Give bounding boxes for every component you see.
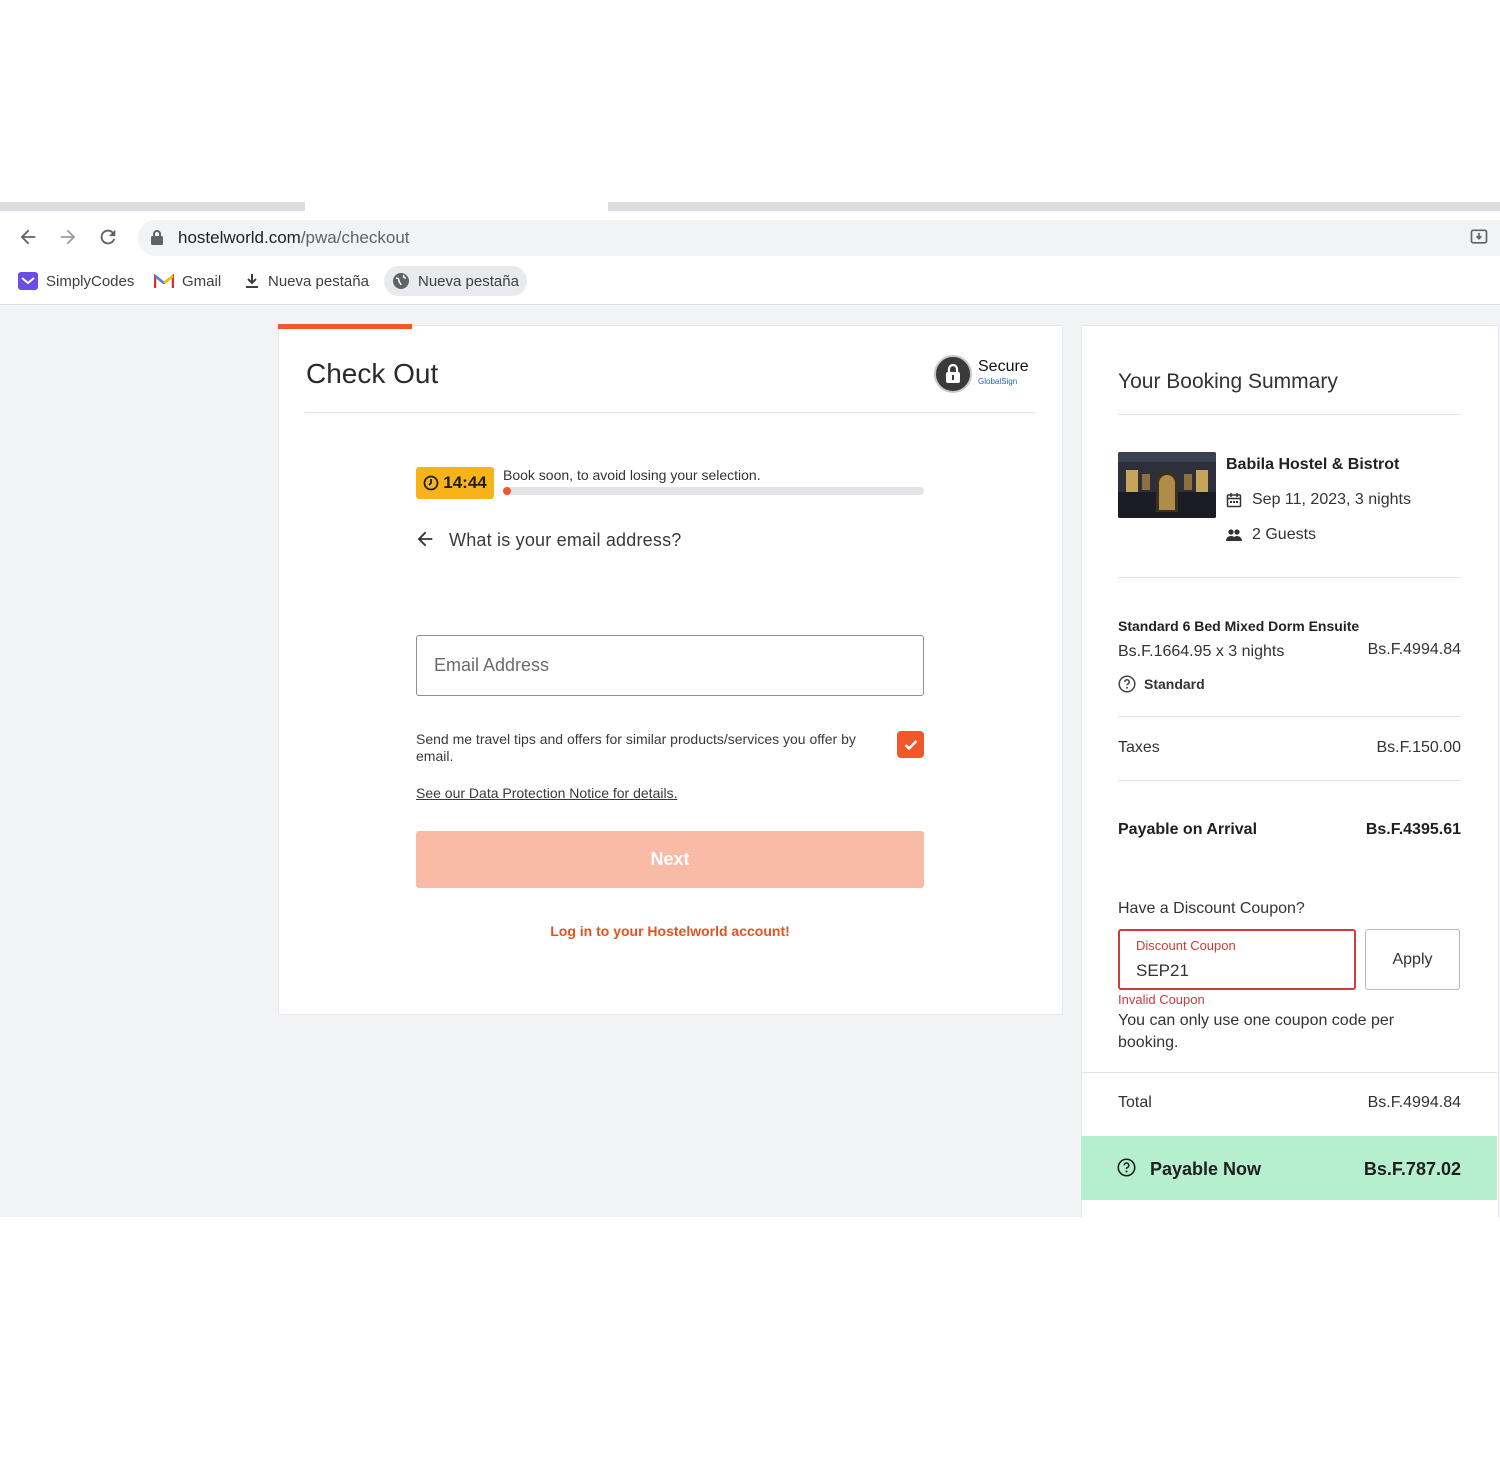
secure-label: Secure GlobalSign — [978, 359, 1029, 389]
room-price: Bs.F.4994.84 — [1367, 641, 1461, 658]
rate-type[interactable]: Standard — [1118, 675, 1205, 693]
url-path: /pwa/checkout — [300, 228, 410, 247]
email-question: What is your email address? — [449, 530, 682, 550]
room-name: Standard 6 Bed Mixed Dorm Ensuite — [1118, 618, 1360, 634]
payable-now-label: Payable Now — [1150, 1159, 1262, 1179]
apply-coupon-button[interactable]: Apply — [1365, 929, 1460, 990]
help-icon — [1118, 675, 1136, 693]
simplycodes-icon — [18, 272, 38, 290]
tab-strip-left — [0, 202, 305, 211]
total-value: Bs.F.4994.84 — [1367, 1094, 1461, 1111]
page-title: Check Out — [306, 358, 439, 389]
help-icon[interactable] — [1117, 1158, 1136, 1182]
arrow-left-icon — [417, 531, 433, 547]
back-step-button[interactable] — [414, 528, 436, 550]
download-icon — [246, 274, 258, 288]
divider — [1081, 1072, 1497, 1073]
arrow-right-icon — [60, 229, 76, 245]
arrow-left-icon — [20, 229, 36, 245]
payable-now-value: Bs.F.787.02 — [1363, 1159, 1461, 1179]
bookmark-simplycodes[interactable]: SimplyCodes — [10, 266, 142, 296]
bookmark-label: Gmail — [182, 272, 222, 290]
divider — [305, 412, 1035, 413]
total-label: Total — [1118, 1094, 1152, 1111]
bookmark-nueva-pestana-2[interactable]: Nueva pestaña — [384, 266, 527, 296]
timer-value: 14:44 — [443, 473, 487, 492]
secure-badge: Secure GlobalSign — [934, 355, 1029, 393]
booking-guests: 2 Guests — [1226, 526, 1316, 544]
calendar-icon — [1226, 493, 1242, 508]
countdown-timer: 14:44 — [416, 467, 494, 499]
secure-text: Secure — [978, 358, 1029, 375]
booking-dates: Sep 11, 2023, 3 nights — [1226, 491, 1411, 509]
divider — [1118, 414, 1461, 415]
url-text[interactable]: hostelworld.com/pwa/checkout — [178, 228, 410, 248]
bookmark-label: Nueva pestaña — [418, 272, 519, 290]
gmail-icon — [154, 273, 174, 288]
globe-icon — [393, 273, 409, 289]
room-rate-calc: Bs.F.1664.95 x 3 nights — [1118, 643, 1285, 660]
marketing-optin-checkbox[interactable] — [897, 731, 924, 758]
timer-message: Book soon, to avoid losing your selectio… — [503, 467, 761, 483]
back-button[interactable] — [12, 221, 44, 253]
install-app-button[interactable] — [1463, 221, 1495, 253]
clock-icon — [423, 475, 439, 491]
reload-button[interactable] — [92, 221, 124, 253]
bookmark-nueva-pestana-1[interactable]: Nueva pestaña — [236, 266, 377, 296]
rate-type-label: Standard — [1144, 676, 1205, 692]
coupon-question: Have a Discount Coupon? — [1118, 900, 1305, 917]
bookmark-label: SimplyCodes — [46, 272, 135, 290]
hostel-photo — [1118, 452, 1216, 518]
email-input[interactable] — [416, 635, 924, 696]
coupon-note: You can only use one coupon code per boo… — [1118, 1012, 1395, 1051]
forward-button[interactable] — [52, 221, 84, 253]
bookmark-label: Nueva pestaña — [268, 272, 369, 290]
globalsign-text: GlobalSign — [978, 377, 1018, 386]
divider — [1118, 577, 1461, 578]
reload-icon — [100, 229, 116, 245]
guests-icon — [1226, 529, 1242, 541]
install-icon — [1470, 229, 1488, 244]
next-button[interactable]: Next — [416, 831, 924, 888]
checkout-step-progress — [278, 324, 412, 329]
hostel-name: Babila Hostel & Bistrot — [1226, 456, 1400, 473]
timer-progress-track — [503, 487, 924, 495]
taxes-label: Taxes — [1118, 739, 1160, 756]
data-protection-link[interactable]: See our Data Protection Notice for detai… — [416, 785, 677, 801]
checkmark-icon — [904, 739, 917, 750]
payable-on-arrival-label: Payable on Arrival — [1118, 821, 1258, 838]
coupon-field-label: Discount Coupon — [1136, 938, 1236, 953]
url-host: hostelworld.com — [178, 228, 301, 247]
divider — [1118, 780, 1461, 781]
dates-text: Sep 11, 2023, 3 nights — [1252, 491, 1411, 508]
coupon-error: Invalid Coupon — [1118, 992, 1205, 1007]
divider — [1118, 716, 1461, 717]
tab-strip-right — [608, 202, 1500, 211]
lock-icon — [150, 229, 164, 250]
marketing-optin-text: Send me travel tips and offers for simil… — [416, 731, 856, 764]
guests-text: 2 Guests — [1252, 526, 1317, 543]
padlock-icon — [934, 355, 972, 393]
bookmark-gmail[interactable]: Gmail — [146, 266, 229, 296]
taxes-value: Bs.F.150.00 — [1376, 739, 1462, 756]
coupon-field-value[interactable]: SEP21 — [1136, 961, 1189, 981]
payable-on-arrival-value: Bs.F.4395.61 — [1365, 821, 1461, 838]
timer-progress-fill — [503, 487, 511, 495]
login-link[interactable]: Log in to your Hostelworld account! — [416, 923, 924, 939]
summary-title: Your Booking Summary — [1118, 370, 1338, 393]
